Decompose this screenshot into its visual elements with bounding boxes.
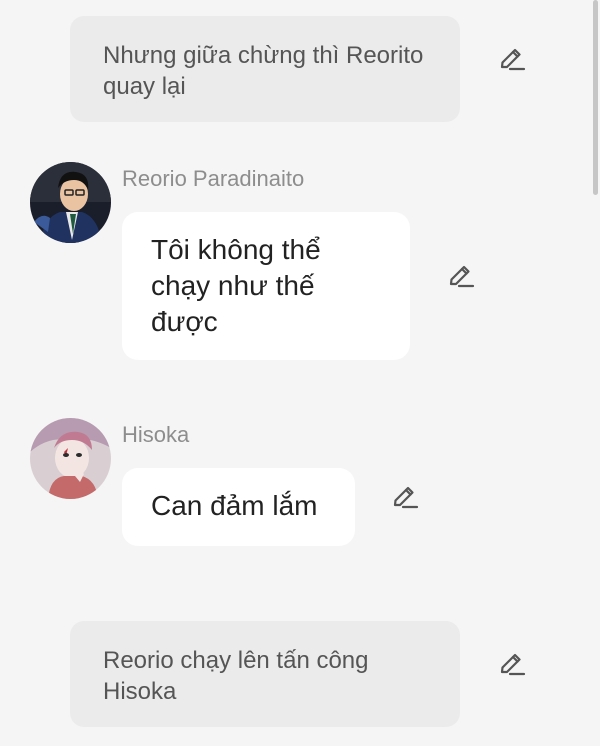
narration-text: Reorio chạy lên tấn công Hisoka — [103, 647, 369, 705]
scrollbar[interactable] — [593, 0, 598, 195]
character-name: Reorio Paradinaito — [122, 166, 305, 191]
message-bubble[interactable]: Tôi không thể chạy như thế được — [122, 212, 410, 360]
character-name: Hisoka — [122, 422, 190, 447]
narration-text: Nhưng giữa chừng thì Reorito quay lại — [103, 42, 424, 100]
message-text: Can đảm lắm — [151, 490, 318, 521]
edit-pencil-icon[interactable] — [391, 484, 419, 512]
edit-pencil-icon[interactable] — [498, 46, 526, 74]
reorio-avatar[interactable] — [30, 162, 111, 243]
message-bubble[interactable]: Can đảm lắm — [122, 468, 355, 546]
narration-bubble[interactable]: Reorio chạy lên tấn công Hisoka — [70, 621, 460, 727]
edit-pencil-icon[interactable] — [498, 651, 526, 679]
edit-pencil-icon[interactable] — [447, 263, 475, 291]
narration-bubble[interactable]: Nhưng giữa chừng thì Reorito quay lại — [70, 16, 460, 122]
hisoka-avatar[interactable] — [30, 418, 111, 499]
message-text: Tôi không thể chạy như thế được — [151, 234, 321, 337]
